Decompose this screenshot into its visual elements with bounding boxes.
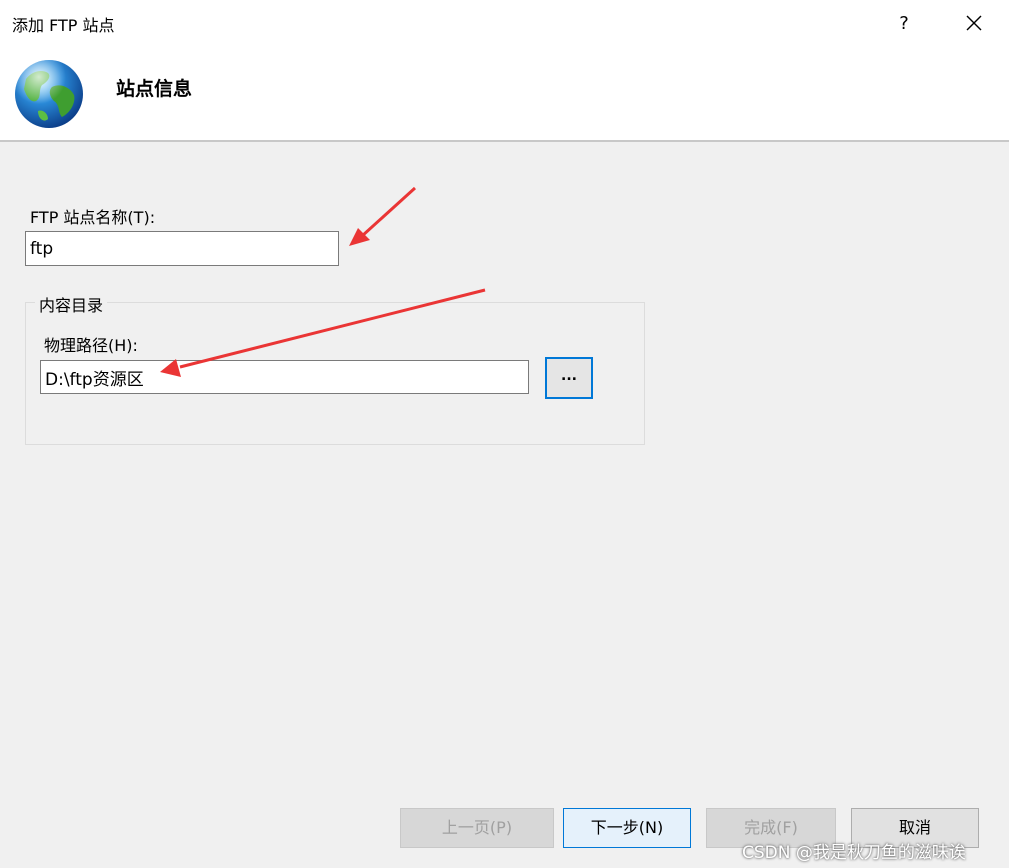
browse-button[interactable]: ... [545,357,593,399]
watermark: CSDN @我是秋刀鱼的滋味诶 [742,843,966,863]
content-directory-group-title: 内容目录 [35,292,108,316]
physical-path-label: 物理路径(H): [44,336,138,355]
physical-path-input[interactable] [40,360,529,394]
site-name-label: FTP 站点名称(T): [30,208,156,227]
close-button[interactable] [954,6,994,42]
wizard-header: 站点信息 [0,48,1009,142]
help-button[interactable]: ? [886,6,922,42]
title-bar: 添加 FTP 站点 ? [0,0,1009,48]
previous-button[interactable]: 上一页(P) [400,808,554,848]
page-heading: 站点信息 [116,78,193,100]
close-icon [966,15,982,31]
globe-icon [15,60,83,128]
window-title: 添加 FTP 站点 [12,16,115,35]
next-button[interactable]: 下一步(N) [563,808,691,848]
annotation-arrow-site-name [349,186,417,246]
site-name-input[interactable] [25,231,339,266]
